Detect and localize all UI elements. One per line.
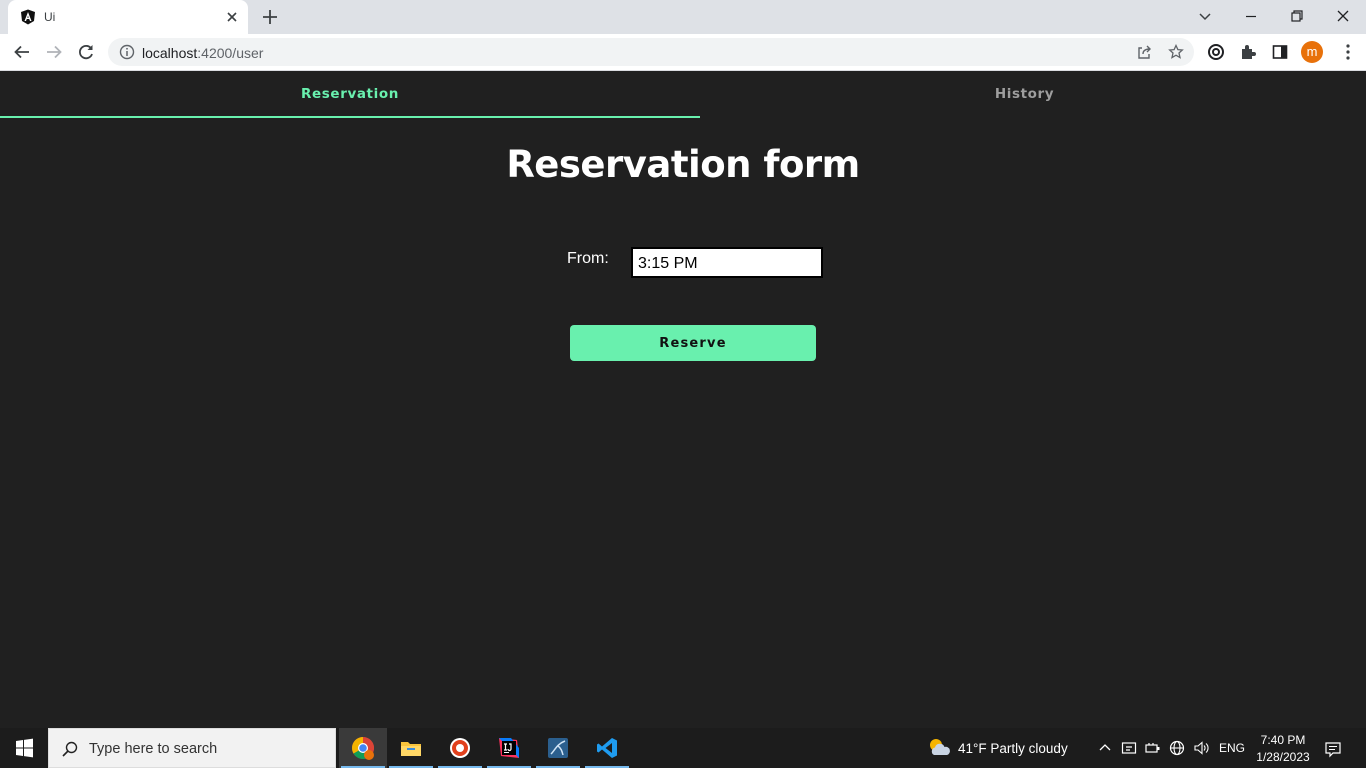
browser-menu-icon[interactable] xyxy=(1345,43,1351,61)
partly-cloudy-icon[interactable] xyxy=(926,735,952,761)
site-info-icon[interactable] xyxy=(119,44,135,60)
app-tab-nav: Reservation History xyxy=(0,71,1366,119)
taskbar-clock[interactable]: 7:40 PM 1/28/2023 xyxy=(1250,732,1316,766)
taskbar-app-intellij[interactable] xyxy=(485,728,533,768)
url-text: localhost:4200/user xyxy=(142,45,263,61)
side-panel-icon[interactable] xyxy=(1271,43,1289,61)
browser-tab[interactable]: Ui xyxy=(8,0,248,34)
extension-icon[interactable] xyxy=(1207,43,1225,61)
extensions-puzzle-icon[interactable] xyxy=(1239,43,1257,61)
minimize-icon[interactable] xyxy=(1243,8,1259,24)
search-icon xyxy=(62,741,78,757)
taskbar-app-mysql-workbench[interactable] xyxy=(534,728,582,768)
record-app-icon xyxy=(450,738,470,758)
reserve-button[interactable]: Reserve xyxy=(570,325,816,361)
tab-history[interactable]: History xyxy=(683,71,1366,119)
profile-avatar[interactable]: m xyxy=(1301,41,1323,63)
restore-icon[interactable] xyxy=(1289,8,1305,24)
taskbar-app-file-explorer[interactable] xyxy=(387,728,435,768)
vscode-icon xyxy=(597,738,617,758)
chevron-up-icon[interactable] xyxy=(1097,740,1113,756)
browser-toolbar: localhost:4200/user m xyxy=(0,34,1366,71)
intellij-icon xyxy=(499,738,519,758)
close-window-icon[interactable] xyxy=(1335,8,1351,24)
angular-favicon-icon xyxy=(21,9,35,25)
search-placeholder: Type here to search xyxy=(89,741,218,757)
clock-date: 1/28/2023 xyxy=(1256,750,1310,764)
reload-icon[interactable] xyxy=(77,43,95,61)
from-time-input[interactable] xyxy=(631,247,823,278)
browser-tabstrip: Ui xyxy=(0,0,1366,34)
address-bar[interactable]: localhost:4200/user xyxy=(108,38,1194,66)
close-tab-icon[interactable] xyxy=(224,9,240,25)
windows-taskbar: Type here to search 41°F Partly cloudy E… xyxy=(0,728,1366,768)
taskbar-app-recorder[interactable] xyxy=(436,728,484,768)
page-title: Reservation form xyxy=(506,143,860,186)
taskbar-app-chrome[interactable] xyxy=(339,728,387,768)
back-arrow-icon[interactable] xyxy=(13,43,31,61)
taskbar-search[interactable]: Type here to search xyxy=(48,728,336,768)
weather-text[interactable]: 41°F Partly cloudy xyxy=(958,741,1068,756)
notification-center-icon[interactable] xyxy=(1324,740,1342,758)
network-globe-icon[interactable] xyxy=(1169,740,1185,756)
windows-start-icon[interactable] xyxy=(0,728,48,768)
mysql-workbench-icon xyxy=(548,738,568,758)
forward-arrow-icon[interactable] xyxy=(45,43,63,61)
from-label: From: xyxy=(567,250,609,267)
app-content: Reservation History Reservation form Fro… xyxy=(0,71,1366,728)
share-icon[interactable] xyxy=(1136,44,1152,60)
url-path: :4200/user xyxy=(197,45,264,61)
url-host: localhost xyxy=(142,45,198,61)
tab-title: Ui xyxy=(44,10,56,24)
clock-time: 7:40 PM xyxy=(1260,733,1306,747)
new-tab-icon[interactable] xyxy=(261,8,279,26)
tray-app-icon[interactable] xyxy=(1121,740,1137,756)
file-explorer-icon xyxy=(401,742,421,756)
input-language[interactable]: ENG xyxy=(1219,741,1245,755)
tab-search-chevron-icon[interactable] xyxy=(1197,8,1213,24)
active-tab-indicator xyxy=(0,116,700,118)
volume-icon[interactable] xyxy=(1193,740,1209,756)
bookmark-star-icon[interactable] xyxy=(1168,44,1184,60)
chrome-icon xyxy=(352,737,374,760)
taskbar-app-vscode[interactable] xyxy=(583,728,631,768)
battery-plug-icon[interactable] xyxy=(1145,740,1161,756)
tab-reservation[interactable]: Reservation xyxy=(0,71,700,119)
